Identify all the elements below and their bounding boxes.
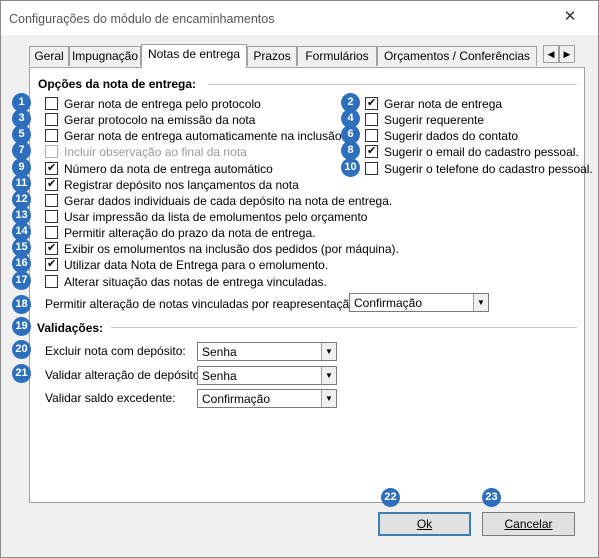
group-divider	[111, 327, 577, 328]
select-value: Confirmação	[354, 296, 423, 310]
validar-alteracao-label: Validar alteração de depósito:	[45, 368, 203, 382]
tab-formularios[interactable]: Formulários	[297, 46, 377, 66]
callout-badge: 19	[12, 317, 31, 336]
checkbox-alterar-situacao-notas[interactable]: Alterar situação das notas de entrega vi…	[45, 274, 327, 289]
checkbox-permitir-alteracao-prazo[interactable]: Permitir alteração do prazo da nota de e…	[45, 225, 315, 240]
checkbox-box[interactable]	[365, 113, 378, 126]
tab-geral[interactable]: Geral	[29, 46, 69, 66]
checkbox-label: Sugerir requerente	[384, 112, 485, 127]
checkbox-numero-nota-automatico[interactable]: Número da nota de entrega automático	[45, 161, 273, 176]
checkbox-box[interactable]	[365, 162, 378, 175]
callout-badge: 23	[482, 488, 501, 507]
checkbox-box[interactable]	[365, 96, 378, 110]
checkbox-box[interactable]	[45, 275, 58, 288]
callout-badge: 18	[12, 295, 31, 314]
title-bar: Configurações do módulo de encaminhament…	[1, 1, 598, 35]
checkbox-box[interactable]	[45, 226, 58, 239]
select-value: Senha	[202, 345, 237, 359]
checkbox-box[interactable]	[365, 129, 378, 142]
checkbox-box	[45, 145, 58, 158]
excluir-nota-select[interactable]: Senha ▼	[197, 342, 337, 361]
checkbox-sugerir-requerente[interactable]: Sugerir requerente	[365, 112, 484, 127]
select-value: Senha	[202, 369, 237, 383]
window-title: Configurações do módulo de encaminhament…	[9, 12, 275, 26]
checkbox-box[interactable]	[45, 210, 58, 223]
checkbox-gerar-dados-individuais[interactable]: Gerar dados individuais de cada depósito…	[45, 193, 392, 208]
checkbox-label: Sugerir dados do contato	[384, 128, 519, 143]
checkbox-sugerir-email[interactable]: Sugerir o email do cadastro pessoal.	[365, 144, 579, 159]
checkbox-label: Alterar situação das notas de entrega vi…	[64, 274, 327, 289]
callout-badge: 21	[12, 364, 31, 383]
checkbox-gerar-protocolo-na-emissao[interactable]: Gerar protocolo na emissão da nota	[45, 112, 255, 127]
validar-saldo-select[interactable]: Confirmação ▼	[197, 389, 337, 408]
checkbox-label: Gerar nota de entrega pelo protocolo	[64, 96, 261, 111]
cancel-button[interactable]: Cancelar	[482, 512, 575, 536]
checkbox-registrar-deposito[interactable]: Registrar depósito nos lançamentos da no…	[45, 177, 299, 192]
checkbox-box[interactable]	[45, 129, 58, 142]
group-title-opcoes: Opções da nota de entrega:	[38, 77, 197, 91]
ok-button[interactable]: Ok	[378, 512, 471, 536]
checkbox-box[interactable]	[45, 194, 58, 207]
checkbox-label: Gerar protocolo na emissão da nota	[64, 112, 256, 127]
dialog-window: Configurações do módulo de encaminhament…	[0, 0, 599, 558]
close-icon[interactable]: ✕	[560, 7, 580, 27]
checkbox-usar-impressao-lista[interactable]: Usar impressão da lista de emolumentos p…	[45, 209, 367, 224]
cancel-button-label: Cancelar	[504, 517, 553, 531]
checkbox-label: Exibir os emolumentos na inclusão dos pe…	[64, 241, 399, 256]
checkbox-label: Sugerir o email do cadastro pessoal.	[384, 144, 579, 159]
ok-button-label: Ok	[416, 517, 433, 531]
checkbox-gerar-nota-automaticamente[interactable]: Gerar nota de entrega automaticamente na…	[45, 128, 342, 143]
select-value: Confirmação	[202, 392, 271, 406]
checkbox-box[interactable]	[365, 144, 378, 158]
tab-scroll-left-icon[interactable]: ◀	[543, 45, 559, 63]
reapresentacao-label: Permitir alteração de notas vinculadas p…	[45, 297, 360, 311]
checkbox-label: Permitir alteração do prazo da nota de e…	[64, 225, 316, 240]
tab-prazos[interactable]: Prazos	[247, 46, 297, 66]
checkbox-gerar-nota-pelo-protocolo[interactable]: Gerar nota de entrega pelo protocolo	[45, 96, 261, 111]
checkbox-sugerir-dados-contato[interactable]: Sugerir dados do contato	[365, 128, 518, 143]
checkbox-gerar-nota-de-entrega[interactable]: Gerar nota de entrega	[365, 96, 502, 111]
tab-scroll-right-icon[interactable]: ▶	[559, 45, 575, 63]
callout-badge: 17	[12, 271, 31, 290]
chevron-down-icon[interactable]: ▼	[473, 294, 488, 311]
checkbox-box[interactable]	[45, 113, 58, 126]
checkbox-label: Gerar nota de entrega automaticamente na…	[64, 128, 342, 143]
checkbox-box[interactable]	[45, 241, 58, 255]
callout-badge: 22	[381, 488, 400, 507]
checkbox-label: Sugerir o telefone do cadastro pessoal.	[384, 161, 593, 176]
tab-impugnacao[interactable]: Impugnação	[69, 46, 141, 66]
validar-saldo-label: Validar saldo excedente:	[45, 391, 176, 405]
chevron-down-icon[interactable]: ▼	[321, 390, 336, 407]
checkbox-label: Número da nota de entrega automático	[64, 161, 273, 176]
group-divider	[208, 84, 577, 85]
validar-alteracao-select[interactable]: Senha ▼	[197, 366, 337, 385]
chevron-down-icon[interactable]: ▼	[321, 343, 336, 360]
checkbox-label: Incluir observação ao final da nota	[64, 144, 247, 159]
checkbox-label: Gerar dados individuais de cada depósito…	[64, 193, 393, 208]
excluir-nota-label: Excluir nota com depósito:	[45, 344, 186, 358]
checkbox-label: Gerar nota de entrega	[384, 96, 503, 111]
tab-orcamentos-conferencias[interactable]: Orçamentos / Conferências	[377, 46, 537, 66]
chevron-down-icon[interactable]: ▼	[321, 367, 336, 384]
checkbox-label: Registrar depósito nos lançamentos da no…	[64, 177, 299, 192]
checkbox-label: Usar impressão da lista de emolumentos p…	[64, 209, 368, 224]
checkbox-utilizar-data-nota[interactable]: Utilizar data Nota de Entrega para o emo…	[45, 257, 328, 272]
checkbox-label: Utilizar data Nota de Entrega para o emo…	[64, 257, 329, 272]
callout-badge: 20	[12, 340, 31, 359]
checkbox-incluir-observacao: Incluir observação ao final da nota	[45, 144, 247, 159]
checkbox-box[interactable]	[45, 257, 58, 271]
checkbox-box[interactable]	[45, 97, 58, 110]
checkbox-box[interactable]	[45, 161, 58, 175]
callout-badge: 10	[341, 158, 360, 177]
checkbox-box[interactable]	[45, 177, 58, 191]
group-title-validacoes: Validações:	[37, 321, 104, 335]
reapresentacao-select[interactable]: Confirmação ▼	[349, 293, 489, 312]
checkbox-sugerir-telefone[interactable]: Sugerir o telefone do cadastro pessoal.	[365, 161, 593, 176]
tab-notas-de-entrega[interactable]: Notas de entrega	[141, 44, 247, 68]
checkbox-exibir-emolumentos[interactable]: Exibir os emolumentos na inclusão dos pe…	[45, 241, 399, 256]
